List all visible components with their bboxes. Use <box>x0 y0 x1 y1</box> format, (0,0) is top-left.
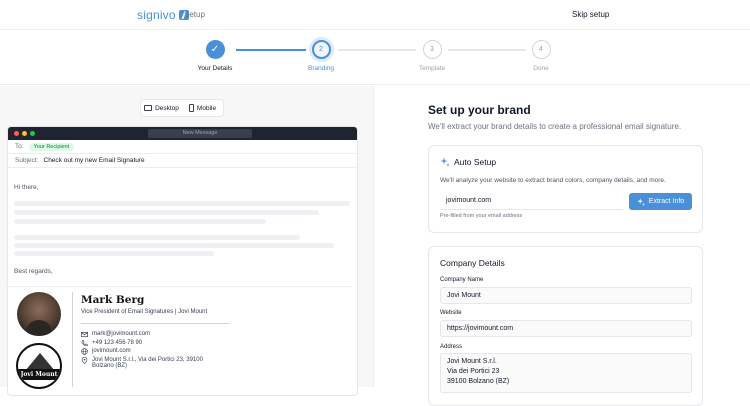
phone-icon <box>81 340 88 347</box>
signature-vertical-divider <box>72 292 73 387</box>
company-logo: Jovi Mount <box>16 343 62 389</box>
sparkle-icon <box>440 157 450 167</box>
step-connector <box>338 49 416 51</box>
subject-row: Subject: Check out my new Email Signatur… <box>8 154 357 168</box>
signature-title: Vice President of Email Signatures | Jov… <box>81 309 208 315</box>
placeholder-line <box>14 243 334 248</box>
auto-setup-title: Auto Setup <box>454 157 497 167</box>
company-details-title: Company Details <box>440 258 505 268</box>
to-row: To: Your Recipient <box>8 140 357 154</box>
step-connector <box>236 49 306 51</box>
sparkle-icon <box>637 197 645 206</box>
placeholder-line <box>14 219 266 224</box>
window-title: New Message <box>148 129 252 138</box>
window-titlebar: New Message <box>8 127 357 140</box>
closing-text: Best regards, <box>14 268 53 275</box>
signature-website[interactable]: jovimount.com <box>81 348 131 355</box>
signature-divider <box>6 286 351 287</box>
signature-email[interactable]: mark@jovimount.com <box>81 331 150 338</box>
device-toggle: Desktop Mobile <box>140 99 224 117</box>
step-number: 3 <box>422 40 442 59</box>
company-name-input[interactable]: Jovi Mount <box>440 287 692 304</box>
location-pin-icon <box>81 357 88 364</box>
address-label: Address <box>440 344 463 350</box>
step-label: Template <box>418 65 446 72</box>
signature-name: Mark Berg <box>81 294 145 306</box>
skip-setup-button[interactable]: Skip setup <box>566 8 615 21</box>
company-name-label: Company Name <box>440 277 484 283</box>
step-label: Done <box>533 65 549 72</box>
desktop-toggle[interactable]: Desktop <box>141 100 182 116</box>
step-label: Branding <box>307 65 335 72</box>
auto-setup-desc: We'll analyze your website to extract br… <box>440 177 666 184</box>
setup-label: Setup <box>184 10 205 19</box>
step-branding[interactable]: 2 Branding <box>281 40 361 72</box>
greeting-text: Hi there, <box>14 184 39 191</box>
maximize-dot-icon <box>30 131 35 136</box>
step-template[interactable]: 3 Template <box>392 40 472 72</box>
prefill-hint: Pre-filled from your email address <box>440 213 523 219</box>
minimize-dot-icon <box>22 131 27 136</box>
desktop-icon <box>144 105 153 111</box>
recipient-badge: Your Recipient <box>28 142 75 151</box>
check-icon: ✓ <box>205 40 225 59</box>
signature-rule <box>81 323 230 324</box>
website-url-input[interactable]: jovimount.com <box>440 193 623 210</box>
placeholder-line <box>14 201 350 206</box>
company-details-card: Company Details Company Name Jovi Mount … <box>428 246 703 406</box>
extract-info-button[interactable]: Extract Info <box>629 193 692 210</box>
step-connector <box>448 49 526 51</box>
auto-setup-card: Auto Setup We'll analyze your website to… <box>428 145 703 233</box>
step-number: 2 <box>311 40 331 59</box>
signature-phone[interactable]: +49 123 456 78 90 <box>81 340 142 347</box>
step-done[interactable]: 4 Done <box>501 40 581 72</box>
address-textarea[interactable]: Jovi Mount S.r.l. Via dei Portici 23 391… <box>440 353 692 393</box>
progress-stepper: ✓ Your Details 2 Branding 3 Template 4 D… <box>0 30 750 85</box>
page-subtitle: We'll extract your brand details to crea… <box>428 122 682 131</box>
mail-icon <box>81 331 88 338</box>
subject-text: Check out my new Email Signature <box>43 157 145 164</box>
step-number: 4 <box>531 40 551 59</box>
signature-address: Jovi Mount S.r.l., Via dei Portici 23, 3… <box>81 357 203 369</box>
top-bar: signivo Setup Skip setup <box>0 0 750 30</box>
placeholder-line <box>14 210 319 215</box>
page-title: Set up your brand <box>428 103 531 117</box>
avatar <box>17 292 61 336</box>
step-label: Your Details <box>197 65 233 72</box>
brand-logo[interactable]: signivo <box>137 8 189 22</box>
close-dot-icon <box>14 131 19 136</box>
website-label: Website <box>440 310 462 316</box>
placeholder-line <box>14 251 214 256</box>
placeholder-line <box>14 235 300 240</box>
website-input[interactable]: https://jovimount.com <box>440 320 692 337</box>
step-your-details[interactable]: ✓ Your Details <box>175 40 255 72</box>
mobile-toggle[interactable]: Mobile <box>182 100 223 116</box>
globe-icon <box>81 348 88 355</box>
mobile-icon <box>188 104 194 112</box>
